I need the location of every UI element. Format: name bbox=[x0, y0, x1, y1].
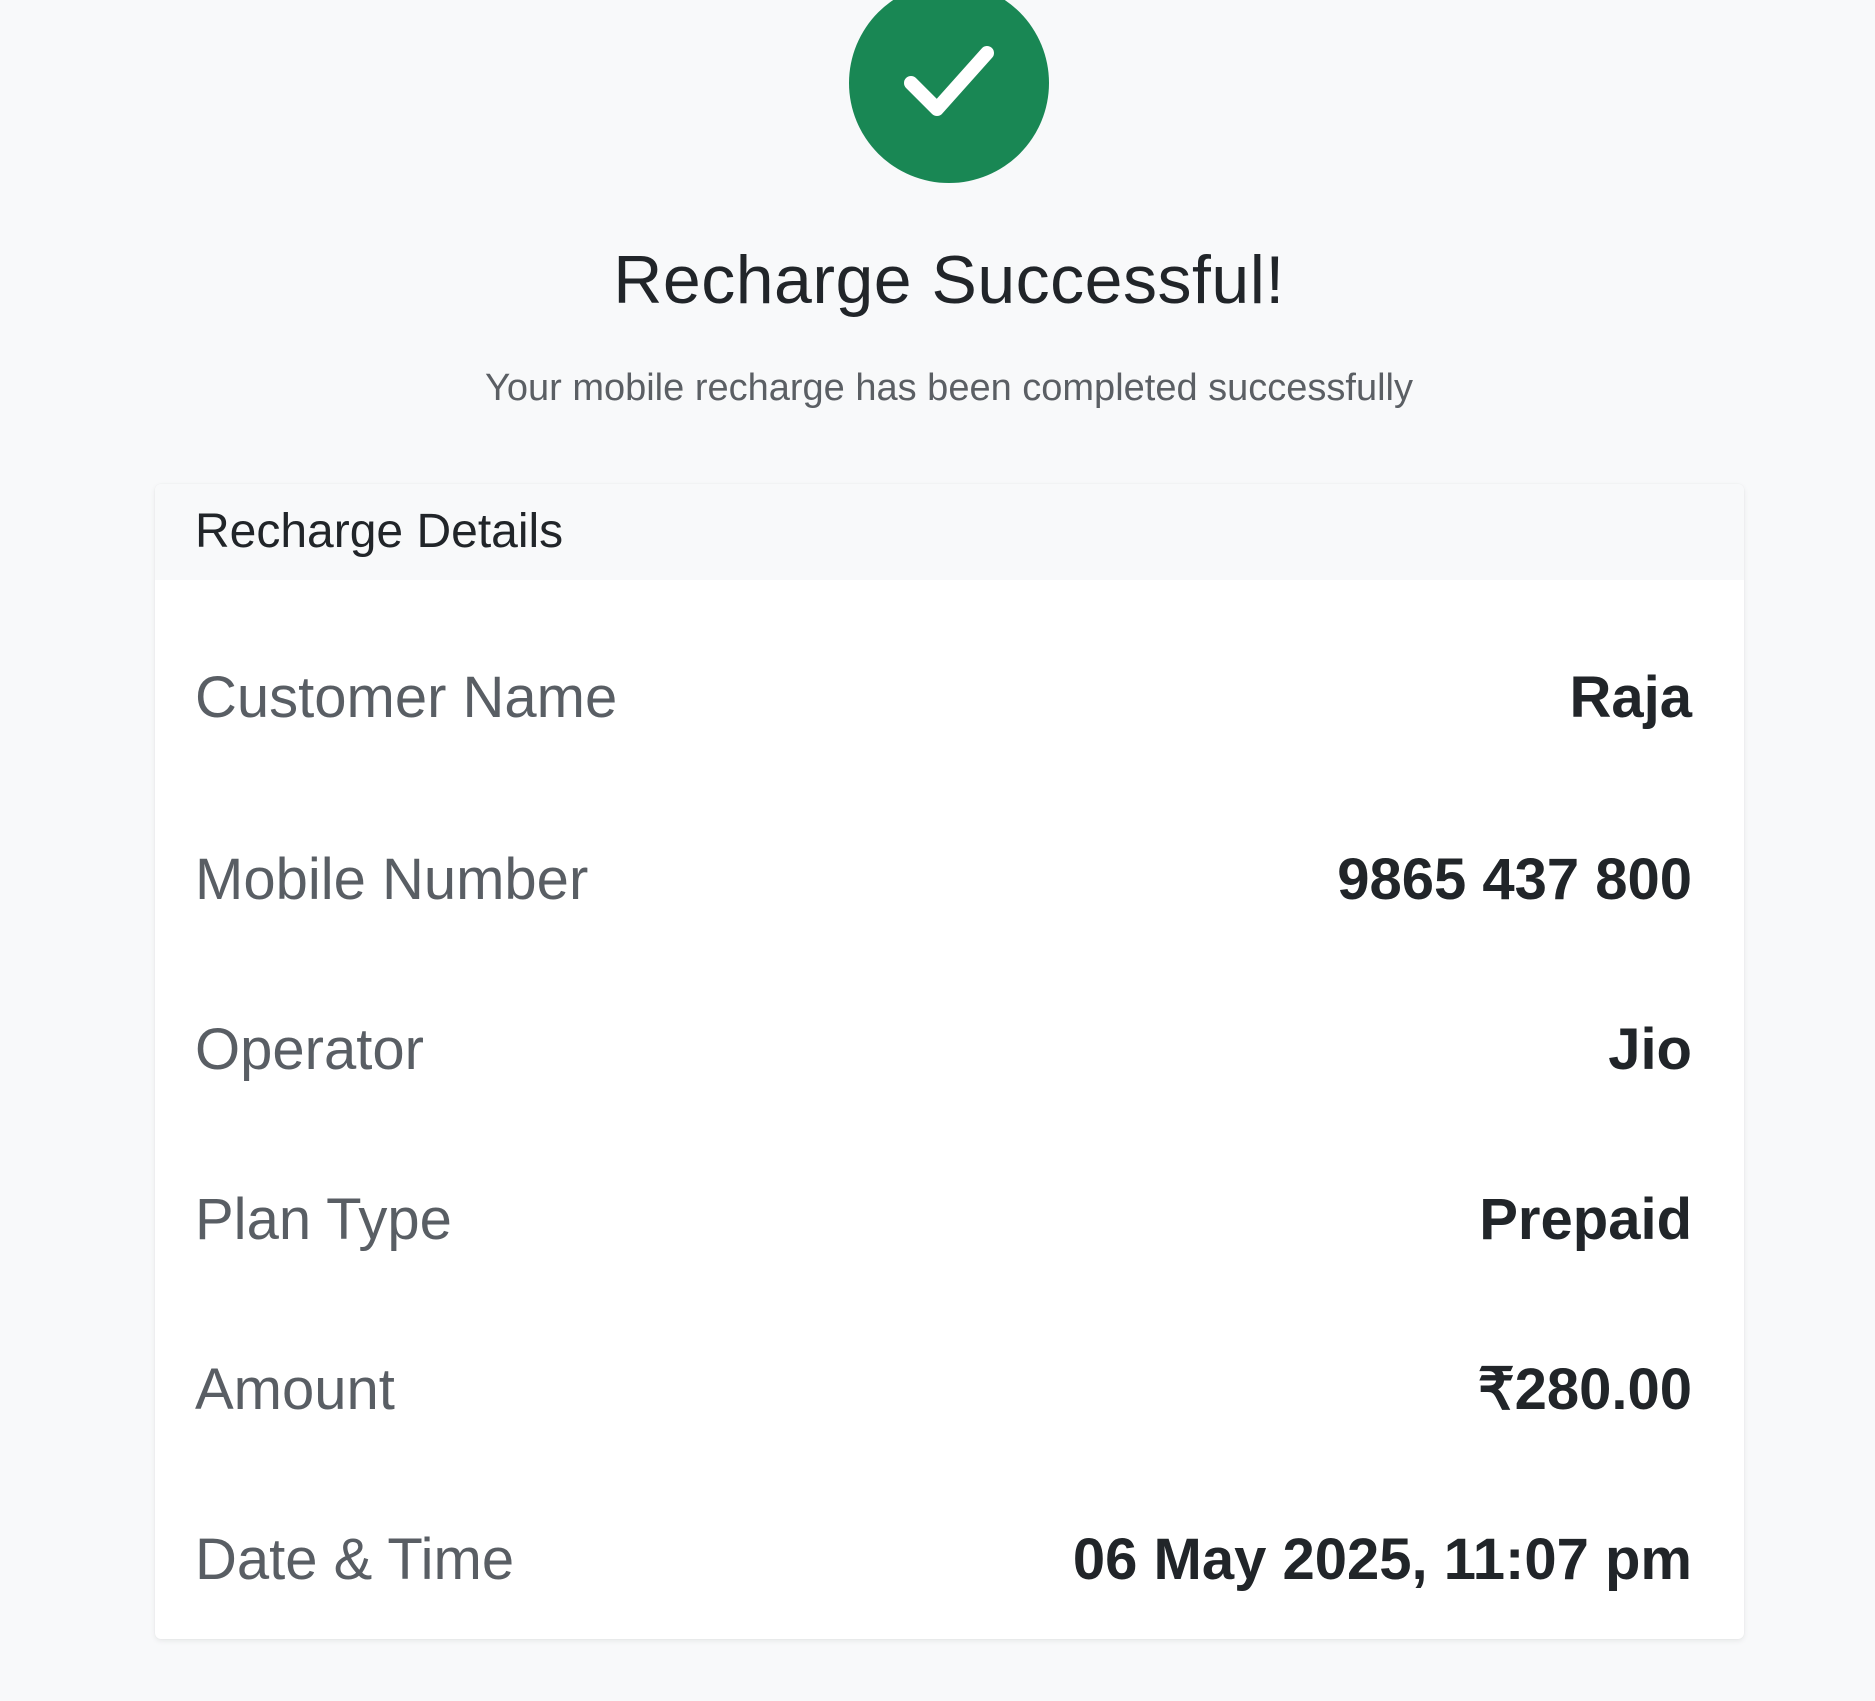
detail-row-mobile-number: Mobile Number 9865 437 800 bbox=[195, 794, 1692, 964]
detail-row-plan-type: Plan Type Prepaid bbox=[195, 1134, 1692, 1304]
detail-value: 9865 437 800 bbox=[1337, 846, 1692, 912]
success-badge bbox=[849, 0, 1049, 183]
detail-label: Customer Name bbox=[195, 664, 618, 730]
detail-value: ₹280.00 bbox=[1477, 1357, 1692, 1422]
detail-list: Customer Name Raja Mobile Number 9865 43… bbox=[155, 580, 1744, 1639]
detail-value: Prepaid bbox=[1479, 1186, 1692, 1252]
detail-row-customer-name: Customer Name Raja bbox=[195, 580, 1692, 794]
detail-value: Jio bbox=[1608, 1016, 1692, 1082]
recharge-details-card: Recharge Details Customer Name Raja Mobi… bbox=[155, 484, 1744, 1639]
detail-value: 06 May 2025, 11:07 pm bbox=[1072, 1526, 1692, 1592]
detail-label: Date & Time bbox=[195, 1526, 515, 1592]
detail-value: Raja bbox=[1569, 664, 1692, 730]
detail-row-operator: Operator Jio bbox=[195, 964, 1692, 1134]
detail-row-date-time: Date & Time 06 May 2025, 11:07 pm bbox=[195, 1474, 1692, 1639]
check-icon bbox=[904, 46, 994, 116]
page-title: Recharge Successful! bbox=[613, 242, 1285, 318]
page-subtitle: Your mobile recharge has been completed … bbox=[484, 367, 1413, 409]
detail-label: Mobile Number bbox=[195, 846, 589, 912]
detail-label: Operator bbox=[195, 1016, 424, 1082]
detail-row-amount: Amount ₹280.00 bbox=[195, 1304, 1692, 1474]
card-title: Recharge Details bbox=[195, 505, 564, 558]
detail-label: Plan Type bbox=[195, 1186, 452, 1252]
card-header: Recharge Details bbox=[155, 484, 1744, 580]
detail-label: Amount bbox=[195, 1356, 395, 1422]
